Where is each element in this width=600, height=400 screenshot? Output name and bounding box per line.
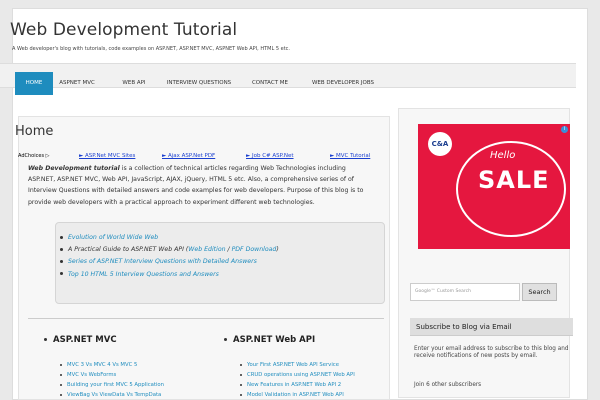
- list-item: Series of ASP.NET Interview Questions wi…: [60, 256, 279, 268]
- ad-link-job-csharp-aspnet[interactable]: ► Job C# ASP.Net: [246, 153, 294, 159]
- bullet-icon: [60, 383, 62, 386]
- brand-logo: C&A: [428, 132, 452, 156]
- site-description: A Web developer's blog with tutorials, c…: [12, 46, 291, 52]
- nav-item-home[interactable]: HOME: [15, 72, 53, 95]
- list-item-label: New Features in ASP.NET Web API 2: [247, 382, 342, 388]
- list-item[interactable]: Your First ASP.NET Web API Service: [240, 360, 355, 370]
- ad-hello-text: Hello: [490, 150, 516, 161]
- bullet-icon: [240, 363, 242, 366]
- guide-suffix: ): [276, 246, 279, 254]
- list-item[interactable]: MVC Vs WebForms: [60, 370, 164, 380]
- nav-item-contact-me[interactable]: CONTACT ME: [243, 72, 297, 95]
- column-heading-label: ASP.NET MVC: [53, 335, 117, 345]
- tutorial-list: Evolution of World Wide Web A Practical …: [60, 232, 279, 281]
- bullet-icon: [240, 383, 242, 386]
- link-evolution[interactable]: Evolution of World Wide Web: [68, 234, 158, 241]
- bullet-icon: [224, 338, 227, 341]
- nav-item-aspnet-mvc[interactable]: ASPNET MVC: [53, 72, 101, 95]
- bullet-icon: [60, 363, 62, 366]
- bullet-icon: [60, 247, 63, 251]
- link-web-edition[interactable]: Web Edition: [188, 246, 225, 253]
- site-title[interactable]: Web Development Tutorial: [10, 20, 237, 40]
- guide-prefix: A Practical Guide to ASP.NET Web API (: [68, 246, 189, 254]
- list-item-label: Model Validation in ASP.NET Web API: [247, 392, 344, 398]
- nav-item-web-api[interactable]: WEB API: [109, 72, 159, 95]
- list-item-label: Building your first MVC 5 Application: [67, 382, 165, 388]
- column-heading-aspnet-mvc[interactable]: ASP.NET MVC: [44, 335, 117, 345]
- nav-item-interview-questions[interactable]: INTERVIEW QUESTIONS: [159, 72, 239, 95]
- list-item-label: MVC 3 Vs MVC 4 Vs MVC 5: [67, 362, 138, 368]
- info-icon[interactable]: i: [561, 126, 568, 133]
- subscriber-count: Join 6 other subscribers: [414, 382, 482, 388]
- mvc-link-list: MVC 3 Vs MVC 4 Vs MVC 5 MVC Vs WebForms …: [60, 360, 164, 400]
- bullet-icon: [44, 338, 47, 341]
- list-item-label: MVC Vs WebForms: [67, 372, 117, 378]
- intro-paragraph: Web Development tutorial is a collection…: [28, 163, 368, 208]
- nav-item-web-developer-jobs[interactable]: WEB DEVELOPER JOBS: [302, 72, 384, 95]
- subscribe-text: Enter your email address to subscribe to…: [414, 346, 569, 360]
- search-placeholder: Google™ Custom Search: [415, 289, 471, 294]
- page-title: Home: [15, 124, 54, 139]
- column-heading-label: ASP.NET Web API: [233, 335, 316, 345]
- intro-bold: Web Development tutorial: [28, 165, 120, 172]
- search-button[interactable]: Search: [522, 283, 557, 301]
- list-item[interactable]: MVC 3 Vs MVC 4 Vs MVC 5: [60, 360, 164, 370]
- column-heading-aspnet-web-api[interactable]: ASP.NET Web API: [224, 335, 315, 345]
- list-item: Top 10 HTML 5 Interview Questions and An…: [60, 269, 279, 281]
- ad-sale-text: SALE: [478, 166, 550, 194]
- link-html5-top10[interactable]: Top 10 HTML 5 Interview Questions and An…: [68, 271, 219, 278]
- bullet-icon: [240, 373, 242, 376]
- link-pdf-download[interactable]: PDF Download: [232, 246, 277, 253]
- list-item-label: CRUD operations using ASP.NET Web API: [247, 372, 355, 378]
- bullet-icon: [60, 272, 63, 276]
- bullet-icon: [60, 235, 63, 239]
- list-item[interactable]: Model Validation in ASP.NET Web API: [240, 390, 355, 400]
- ad-link-ajax-aspnet-pdf[interactable]: ► Ajax ASP.Net PDF: [162, 153, 215, 159]
- link-interview-series[interactable]: Series of ASP.NET Interview Questions wi…: [68, 258, 257, 265]
- webapi-link-list: Your First ASP.NET Web API Service CRUD …: [240, 360, 355, 400]
- list-item: A Practical Guide to ASP.NET Web API (We…: [60, 244, 279, 256]
- list-item[interactable]: CRUD operations using ASP.NET Web API: [240, 370, 355, 380]
- search-input[interactable]: Google™ Custom Search: [410, 283, 520, 301]
- ad-link-mvc-tutorial[interactable]: ► MVC Tutorial: [330, 153, 370, 159]
- adchoices-label[interactable]: AdChoices ▷: [18, 153, 49, 159]
- list-item-label: Your First ASP.NET Web API Service: [247, 362, 339, 368]
- bullet-icon: [60, 373, 62, 376]
- divider: [28, 318, 384, 319]
- list-item[interactable]: ViewBag Vs ViewData Vs TempData: [60, 390, 164, 400]
- bullet-icon: [240, 393, 242, 396]
- list-item: Evolution of World Wide Web: [60, 232, 279, 244]
- list-item[interactable]: Building your first MVC 5 Application: [60, 380, 164, 390]
- ad-link-aspnet-mvc-sites[interactable]: ► ASP.Net MVC Sites: [79, 153, 135, 159]
- subscribe-heading: Subscribe to Blog via Email: [410, 318, 573, 336]
- bullet-icon: [60, 259, 63, 263]
- list-item-label: ViewBag Vs ViewData Vs TempData: [67, 392, 162, 398]
- list-item[interactable]: New Features in ASP.NET Web API 2: [240, 380, 355, 390]
- bullet-icon: [60, 393, 62, 396]
